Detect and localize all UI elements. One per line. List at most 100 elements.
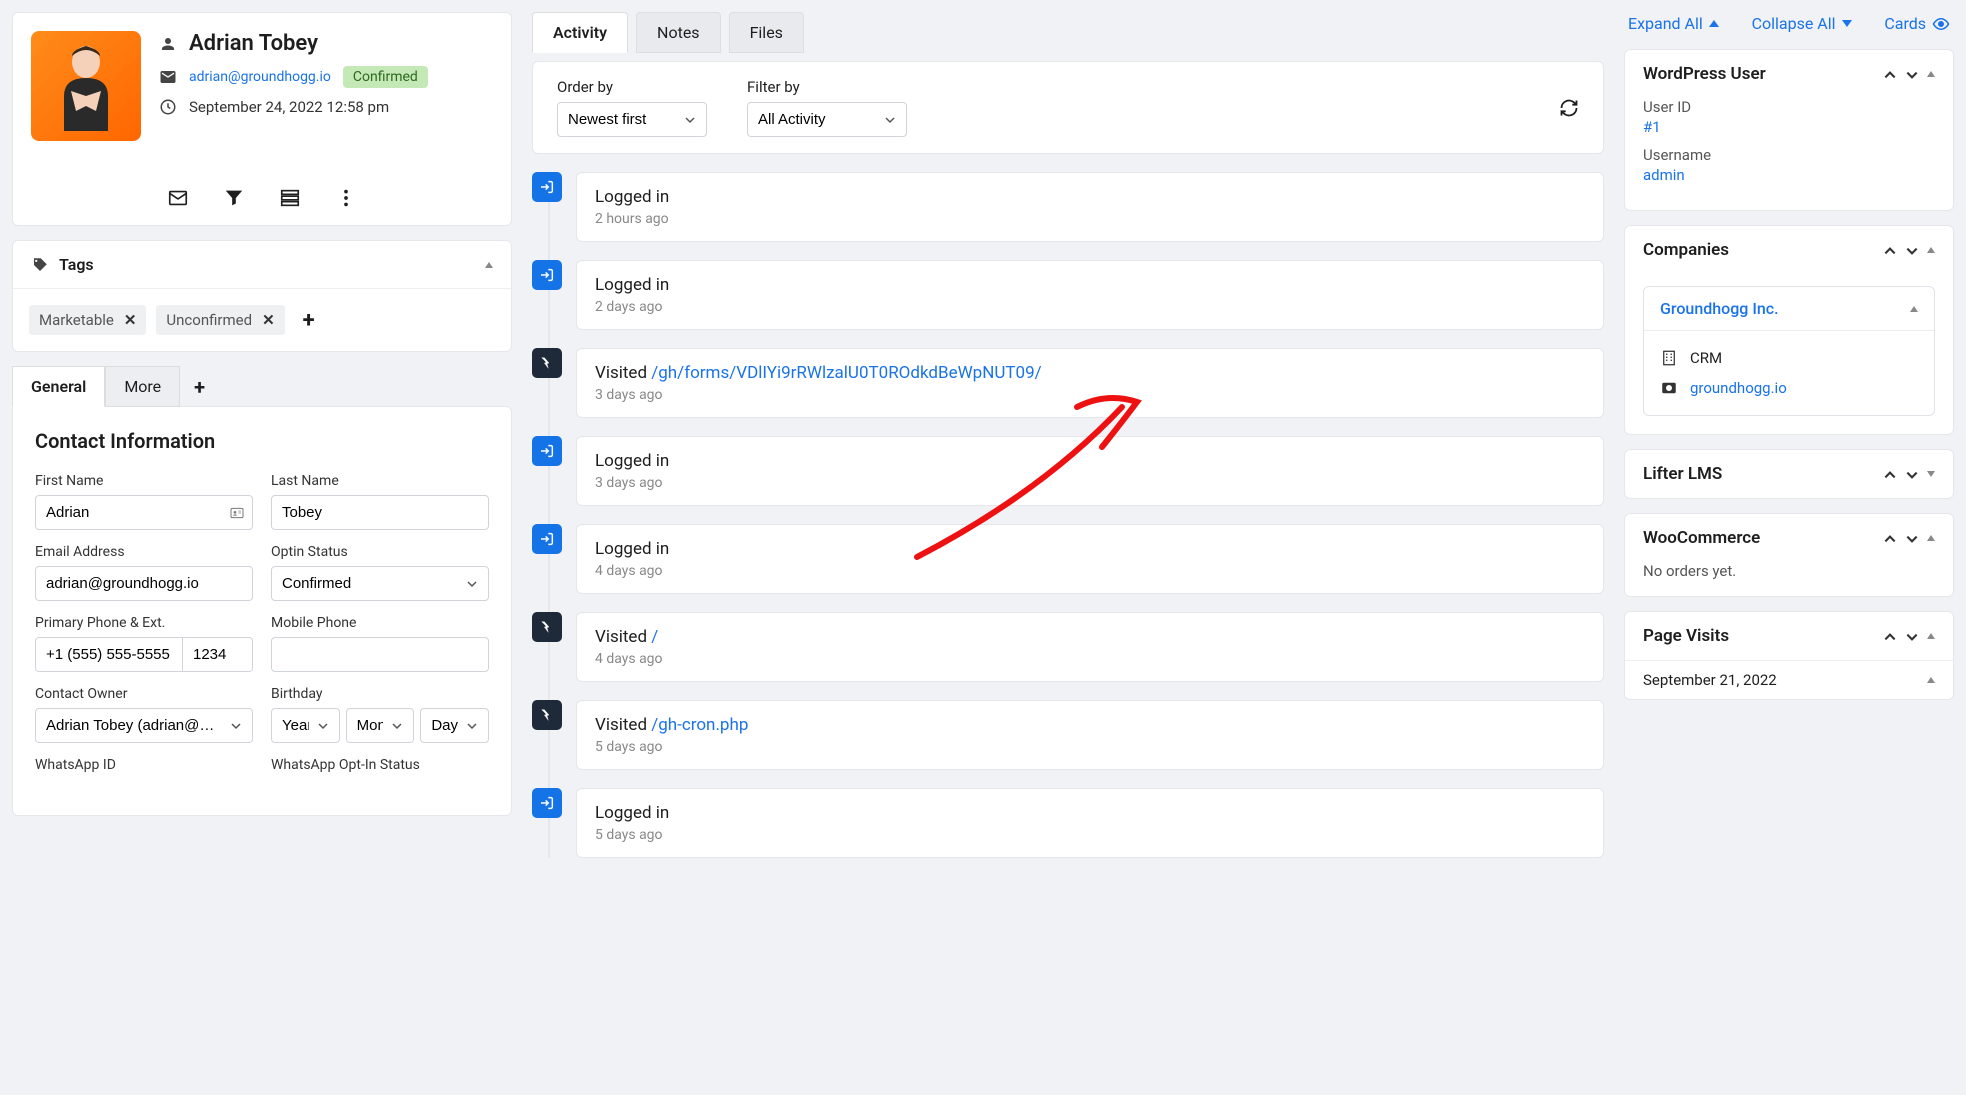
last-name-input[interactable] [271, 495, 489, 530]
tab-more[interactable]: More [105, 366, 180, 407]
envelope-icon[interactable] [167, 187, 189, 209]
tab-general[interactable]: General [12, 366, 105, 407]
phone-ext-input[interactable] [183, 637, 253, 672]
avatar [31, 31, 141, 141]
username-label: Username [1643, 146, 1935, 164]
contact-email[interactable]: adrian@groundhogg.io [189, 69, 331, 85]
woo-empty-message: No orders yet. [1625, 562, 1953, 596]
collapse-toggle-icon[interactable] [1927, 535, 1935, 541]
company-site-link[interactable]: groundhogg.io [1690, 379, 1787, 397]
cards-button[interactable]: Cards [1884, 14, 1950, 33]
chevron-down-icon[interactable] [1905, 67, 1919, 81]
optin-select[interactable]: Confirmed [271, 566, 489, 601]
woo-panel-header[interactable]: WooCommerce [1625, 514, 1953, 562]
tab-files[interactable]: Files [729, 12, 804, 53]
chevron-up-icon[interactable] [1883, 67, 1897, 81]
tag-chip: Marketable ✕ [29, 305, 146, 335]
company-type: CRM [1690, 349, 1722, 367]
mobile-input[interactable] [271, 637, 489, 672]
timeline-time: 3 days ago [595, 387, 1585, 403]
tag-label: Marketable [39, 311, 114, 329]
tag-remove-icon[interactable]: ✕ [124, 311, 137, 329]
birthday-day-select[interactable]: Day [420, 708, 489, 743]
collapse-toggle-icon[interactable] [1927, 471, 1935, 477]
tags-header[interactable]: Tags [13, 241, 511, 289]
tab-activity[interactable]: Activity [532, 12, 628, 53]
lifter-panel-header[interactable]: Lifter LMS [1625, 450, 1953, 498]
email-icon [159, 68, 177, 86]
companies-title: Companies [1643, 240, 1729, 260]
chevron-down-icon[interactable] [1905, 531, 1919, 545]
cursor-icon [532, 700, 562, 730]
login-icon [532, 788, 562, 818]
tab-notes[interactable]: Notes [636, 12, 721, 53]
visited-link[interactable]: /gh/forms/VDlIYi9rRWlzalU0T0ROdkdBeWpNUT… [651, 363, 1041, 383]
user-id-link[interactable]: #1 [1643, 118, 1661, 136]
contact-date: September 24, 2022 12:58 pm [189, 98, 389, 116]
collapse-all-button[interactable]: Collapse All [1752, 14, 1852, 33]
owner-select[interactable]: Adrian Tobey (adrian@groundhogg.io) [35, 708, 253, 743]
funnel-icon[interactable] [223, 187, 245, 209]
visited-link[interactable]: /gh-cron.php [651, 715, 748, 735]
chevron-down-icon[interactable] [1905, 467, 1919, 481]
collapse-toggle-icon[interactable] [1927, 71, 1935, 77]
more-icon[interactable] [335, 187, 357, 209]
add-tab-button[interactable]: + [180, 375, 219, 399]
lifter-title: Lifter LMS [1643, 464, 1722, 484]
timeline-item: Logged in4 days ago [556, 524, 1604, 594]
order-by-select[interactable]: Newest first [557, 102, 707, 137]
expand-all-button[interactable]: Expand All [1628, 14, 1719, 33]
timeline-card: Logged in2 hours ago [576, 172, 1604, 242]
refresh-icon[interactable] [1559, 98, 1579, 118]
company-item-header[interactable]: Groundhogg Inc. [1644, 287, 1934, 331]
cursor-icon [532, 348, 562, 378]
login-icon [532, 524, 562, 554]
chevron-down-icon[interactable] [1905, 243, 1919, 257]
collapse-toggle-icon[interactable] [1927, 633, 1935, 639]
timeline-title: Visited / [595, 627, 1585, 647]
timeline-card: Logged in4 days ago [576, 524, 1604, 594]
timeline-card: Logged in2 days ago [576, 260, 1604, 330]
timeline-time: 3 days ago [595, 475, 1585, 491]
status-badge: Confirmed [343, 66, 428, 88]
avatar-image-icon [46, 36, 126, 136]
list-icon[interactable] [279, 187, 301, 209]
visited-link[interactable]: / [651, 627, 658, 647]
timeline-item: Visited /gh-cron.php5 days ago [556, 700, 1604, 770]
phone-label: Primary Phone & Ext. [35, 615, 253, 631]
timeline-time: 4 days ago [595, 651, 1585, 667]
phone-input[interactable] [35, 637, 183, 672]
timeline-item: Visited /gh/forms/VDlIYi9rRWlzalU0T0ROdk… [556, 348, 1604, 418]
tag-chip: Unconfirmed ✕ [156, 305, 284, 335]
chevron-up-icon[interactable] [1883, 629, 1897, 643]
chevron-up-icon[interactable] [1883, 467, 1897, 481]
collapse-toggle-icon[interactable] [1927, 247, 1935, 253]
timeline-title: Logged in [595, 539, 1585, 559]
chevron-up-icon[interactable] [1883, 531, 1897, 545]
whatsapp-optin-label: WhatsApp Opt-In Status [271, 757, 489, 773]
birthday-month-select[interactable]: Month [346, 708, 415, 743]
company-name[interactable]: Groundhogg Inc. [1660, 299, 1779, 318]
page-visits-panel-header[interactable]: Page Visits [1625, 612, 1953, 660]
email-input[interactable] [35, 566, 253, 601]
owner-label: Contact Owner [35, 686, 253, 702]
tag-remove-icon[interactable]: ✕ [262, 311, 275, 329]
add-tag-button[interactable]: + [295, 308, 323, 333]
contact-card-icon [229, 505, 245, 521]
email-label: Email Address [35, 544, 253, 560]
wp-user-panel-header[interactable]: WordPress User [1625, 50, 1953, 98]
chevron-up-icon[interactable] [1883, 243, 1897, 257]
timeline-item: Logged in3 days ago [556, 436, 1604, 506]
timeline-time: 2 hours ago [595, 211, 1585, 227]
optin-label: Optin Status [271, 544, 489, 560]
chevron-down-icon[interactable] [1905, 629, 1919, 643]
page-visit-date-row[interactable]: September 21, 2022 [1625, 661, 1953, 699]
username-link[interactable]: admin [1643, 166, 1685, 184]
user-id-label: User ID [1643, 98, 1935, 116]
first-name-input[interactable] [35, 495, 253, 530]
filter-by-select[interactable]: All Activity [747, 102, 907, 137]
birthday-year-select[interactable]: Year [271, 708, 340, 743]
companies-panel-header[interactable]: Companies [1625, 226, 1953, 274]
person-icon [159, 35, 177, 53]
building-icon [1660, 349, 1678, 367]
